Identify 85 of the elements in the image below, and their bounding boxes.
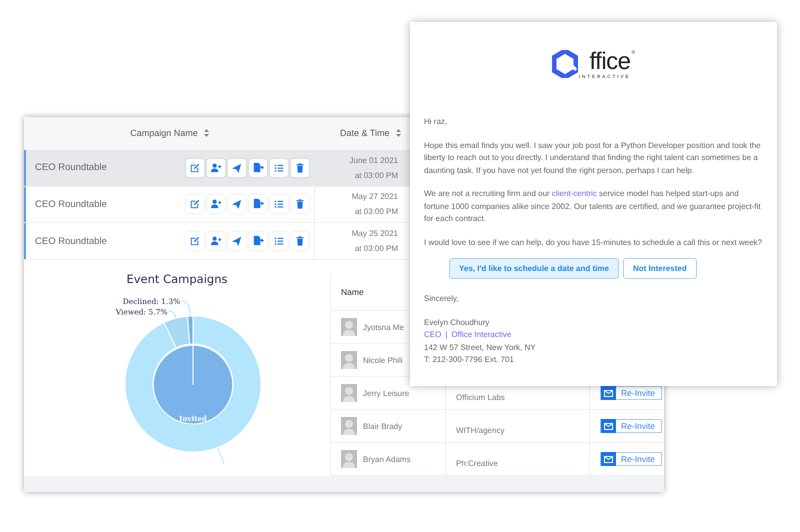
send-icon xyxy=(231,162,243,174)
trash-icon xyxy=(294,198,306,210)
event-date: May 27 2021 xyxy=(352,192,398,202)
company-name: WITH/agency xyxy=(456,426,504,434)
edit-icon xyxy=(189,162,201,174)
event-time: at 03:00 PM xyxy=(354,170,398,180)
campaign-name: CEO Roundtable xyxy=(34,162,108,174)
edit-button[interactable] xyxy=(186,158,204,177)
event-date: May 25 2021 xyxy=(352,229,398,238)
edit-icon xyxy=(189,198,201,210)
company-name: Officium Labs xyxy=(456,392,505,402)
add-user-icon xyxy=(210,198,222,210)
company-name: Ph:Creative xyxy=(456,458,498,468)
list-icon xyxy=(273,235,285,248)
title-link[interactable]: CEO xyxy=(424,329,442,342)
campaign-name: CEO Roundtable xyxy=(34,198,108,210)
edit-button[interactable] xyxy=(186,232,204,250)
event-time: at 03:00 PM xyxy=(354,244,398,254)
text-link[interactable]: client-centric xyxy=(552,189,597,198)
add-user-button[interactable] xyxy=(207,195,225,214)
column-header: Name xyxy=(341,287,364,297)
export-button[interactable] xyxy=(249,232,267,250)
edit-icon xyxy=(189,235,201,248)
send-icon xyxy=(231,235,243,248)
leader-line xyxy=(180,300,191,317)
avatar-icon xyxy=(341,417,357,435)
signature-name: Evelyn Choudhury xyxy=(424,316,490,329)
trash-icon xyxy=(294,162,306,174)
export-button[interactable] xyxy=(249,158,267,177)
list-button[interactable] xyxy=(270,158,288,177)
company-link[interactable]: Office Interactive xyxy=(451,329,512,342)
column-header[interactable]: Campaign Name xyxy=(130,128,198,138)
send-button[interactable] xyxy=(228,158,246,177)
event-date: June 01 2021 xyxy=(350,156,398,165)
list-icon xyxy=(273,198,285,210)
send-button[interactable] xyxy=(228,195,246,214)
add-user-button[interactable] xyxy=(207,158,225,177)
schedule-button[interactable]: Yes, I'd like to schedule a date and time xyxy=(449,258,619,279)
closing: Sincerely, xyxy=(424,293,460,305)
export-button[interactable] xyxy=(249,195,267,214)
address: 142 W 57 Street, New York, NY xyxy=(424,342,537,354)
hexagon-logo-icon xyxy=(552,50,578,78)
leader-line xyxy=(168,310,176,319)
avatar-icon xyxy=(341,351,357,369)
invitee-name: Jyotsna Me xyxy=(363,322,404,332)
reinvite-button[interactable]: Re-Invite xyxy=(600,419,662,433)
phone: T: 212-300-7796 Ext. 701 xyxy=(424,354,515,366)
avatar-icon xyxy=(341,318,357,336)
decline-button[interactable]: Not Interested xyxy=(622,258,697,279)
separator: | xyxy=(445,329,448,341)
invitee-name: Bryan Adams xyxy=(363,454,411,464)
sort-icon[interactable] xyxy=(396,129,401,138)
avatar-icon xyxy=(341,450,357,468)
export-icon xyxy=(252,198,264,210)
edit-button[interactable] xyxy=(186,195,204,214)
invitee-name: Blair Brady xyxy=(363,422,402,430)
add-user-button[interactable] xyxy=(207,232,225,250)
column-header[interactable]: Date & Time xyxy=(340,128,390,138)
envelope-icon xyxy=(604,422,613,430)
reinvite-button[interactable]: Re-Invite xyxy=(600,452,662,466)
trash-button[interactable] xyxy=(291,195,309,214)
sort-icon[interactable] xyxy=(204,129,209,138)
trash-button[interactable] xyxy=(291,158,309,177)
invitee-name: Nicole Phili xyxy=(363,356,403,364)
greeting: Hi raz, xyxy=(424,116,448,128)
campaign-name: CEO Roundtable xyxy=(34,236,108,247)
trash-icon xyxy=(294,235,306,248)
event-time: at 03:00 PM xyxy=(354,207,398,216)
add-user-icon xyxy=(210,162,222,174)
send-button[interactable] xyxy=(228,232,246,250)
envelope-icon xyxy=(604,456,613,462)
export-icon xyxy=(252,235,264,248)
invitee-name: Jerry Leisure xyxy=(363,388,410,398)
send-icon xyxy=(231,198,243,210)
leader-line xyxy=(218,448,224,464)
list-button[interactable] xyxy=(270,195,288,214)
list-button[interactable] xyxy=(270,232,288,250)
reinvite-button[interactable]: Re-Invite xyxy=(600,386,662,400)
envelope-icon xyxy=(604,390,613,396)
chart-title: Event Campaigns xyxy=(126,272,228,286)
export-icon xyxy=(252,162,264,174)
add-user-icon xyxy=(210,235,222,248)
trash-button[interactable] xyxy=(291,232,309,250)
avatar-icon xyxy=(341,384,357,402)
logo-wordmark: ffice xyxy=(589,50,631,74)
